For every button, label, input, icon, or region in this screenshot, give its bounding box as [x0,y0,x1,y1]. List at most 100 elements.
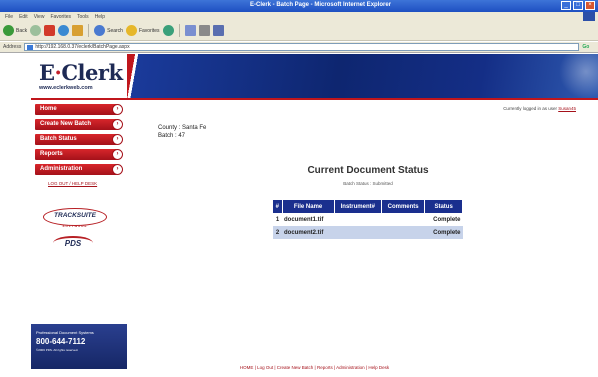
tracksuite-text: TRACKSUITE [54,212,96,219]
favorites-label: Favorites [138,27,160,34]
go-button[interactable]: Go [582,44,589,50]
page-viewport: E·Clerk www.eclerkweb.com Home › Create … [0,54,598,377]
stop-button[interactable] [44,24,56,37]
refresh-icon [58,25,70,36]
logo-text: E·Clerk [39,60,123,85]
favorites-star-icon [125,25,137,36]
comments-cell [381,213,425,226]
column-header-number: # [273,200,283,213]
table-row: 1 document1.tif Complete [273,213,463,226]
phone-number: 800-644-7112 [36,337,86,346]
logout-link[interactable]: LOG OUT / HELP DESK [48,181,97,186]
instrument-cell [334,226,382,239]
menu-edit[interactable]: Edit [19,14,28,20]
column-header-comments: Comments [381,200,426,213]
logo-url: www.eclerkweb.com [39,85,93,91]
chevron-right-icon: › [112,104,123,115]
logo-clerk: Clerk [61,60,123,85]
maximize-button[interactable]: □ [573,1,583,10]
menu-favorites[interactable]: Favorites [50,14,71,20]
media-button[interactable] [162,24,174,37]
home-button[interactable] [72,24,84,37]
toolbar-separator [88,24,90,37]
forward-arrow-icon [30,25,42,36]
copyright: ©2006 PDS. All rights reserved. [36,348,79,352]
menu-view[interactable]: View [34,14,45,20]
column-header-instrument: Instrument# [334,200,382,213]
edit-page-icon [212,25,224,36]
row-number: 1 [273,213,282,226]
window-title-bar: E-Clerk - Batch Page - Microsoft Interne… [0,0,598,12]
file-name-cell[interactable]: document1.tif [282,213,335,226]
windows-logo-icon [583,12,595,21]
table-row: 2 document2.tif Complete [273,226,463,239]
stop-icon [44,25,56,36]
status-cell: Complete [424,226,463,239]
site-header: E·Clerk www.eclerkweb.com [31,54,598,98]
sidebar-item-label: Batch Status [40,136,77,142]
status-cell: Complete [424,213,463,226]
address-bar: Address http://192.168.0.37/eclerk/Batch… [0,42,598,53]
comments-cell [381,226,425,239]
minimize-button[interactable]: _ [561,1,571,10]
footer-links[interactable]: HOME | Log Out | Create New Batch | Repo… [31,365,598,370]
print-icon [198,25,210,36]
sidebar-item-label: Reports [40,151,63,157]
column-header-status: Status [424,200,463,213]
home-icon [72,25,84,36]
refresh-button[interactable] [58,24,70,37]
instrument-cell [334,213,382,226]
row-number: 2 [273,226,282,239]
tracksuite-logo[interactable]: TRACKSUITE SOFTWARE [43,208,107,228]
browser-toolbar: Back Search Favorites [0,21,598,41]
window-controls: _ □ × [561,1,595,10]
sidebar-item-label: Home [40,106,57,112]
header-banner [127,54,598,98]
chevron-right-icon: › [112,164,123,175]
window-title: E-Clerk - Batch Page - Microsoft Interne… [250,2,392,8]
logged-in-user-link[interactable]: Susan45 [558,106,576,111]
address-label: Address [3,44,22,50]
favorites-button[interactable]: Favorites [125,24,160,37]
print-button[interactable] [198,24,210,37]
menu-file[interactable]: File [5,14,13,20]
batch-label: Batch : 47 [158,133,186,139]
mail-button[interactable] [184,24,196,37]
address-input[interactable]: http://192.168.0.37/eclerk/BatchPage.asp… [24,43,580,51]
media-icon [162,25,174,36]
sidebar-item-create-new-batch[interactable]: Create New Batch › [35,119,123,130]
back-arrow-icon [3,25,14,36]
menu-help[interactable]: Help [95,14,105,20]
batch-status-text: Batch Status : Submitted [343,181,393,186]
back-label: Back [16,27,28,34]
page-title: Current Document Status [307,165,429,176]
column-header-file-name: File Name [282,200,335,213]
file-name-cell[interactable]: document2.tif [282,226,335,239]
chevron-right-icon: › [112,119,123,130]
logo-e: E [39,60,55,85]
forward-button[interactable] [30,24,42,37]
sidebar-item-home[interactable]: Home › [35,104,123,115]
logo[interactable]: E·Clerk www.eclerkweb.com [31,54,127,98]
logged-in-prefix: Currently logged in as user [503,106,557,111]
sidebar-item-label: Administration [40,166,83,172]
search-button[interactable]: Search [94,24,123,37]
close-button[interactable]: × [585,1,595,10]
back-button[interactable]: Back [3,24,27,37]
chevron-right-icon: › [112,149,123,160]
document-status-table: # File Name Instrument# Comments Status … [273,200,463,239]
logged-in-status: Currently logged in as user Susan45 [503,106,576,111]
search-label: Search [107,27,123,34]
toolbar-separator [178,24,180,37]
sidebar-item-reports[interactable]: Reports › [35,149,123,160]
menu-tools[interactable]: Tools [77,14,89,20]
sidebar-item-administration[interactable]: Administration › [35,164,123,175]
edit-button[interactable] [212,24,224,37]
search-icon [94,25,106,36]
sidebar-item-label: Create New Batch [40,121,92,127]
pds-logo[interactable]: PDS [53,236,93,250]
county-label: County : Santa Fe [158,125,207,131]
company-name: Professional Document Systems [36,330,94,335]
sidebar-item-batch-status[interactable]: Batch Status › [35,134,123,145]
chevron-right-icon: › [112,134,123,145]
